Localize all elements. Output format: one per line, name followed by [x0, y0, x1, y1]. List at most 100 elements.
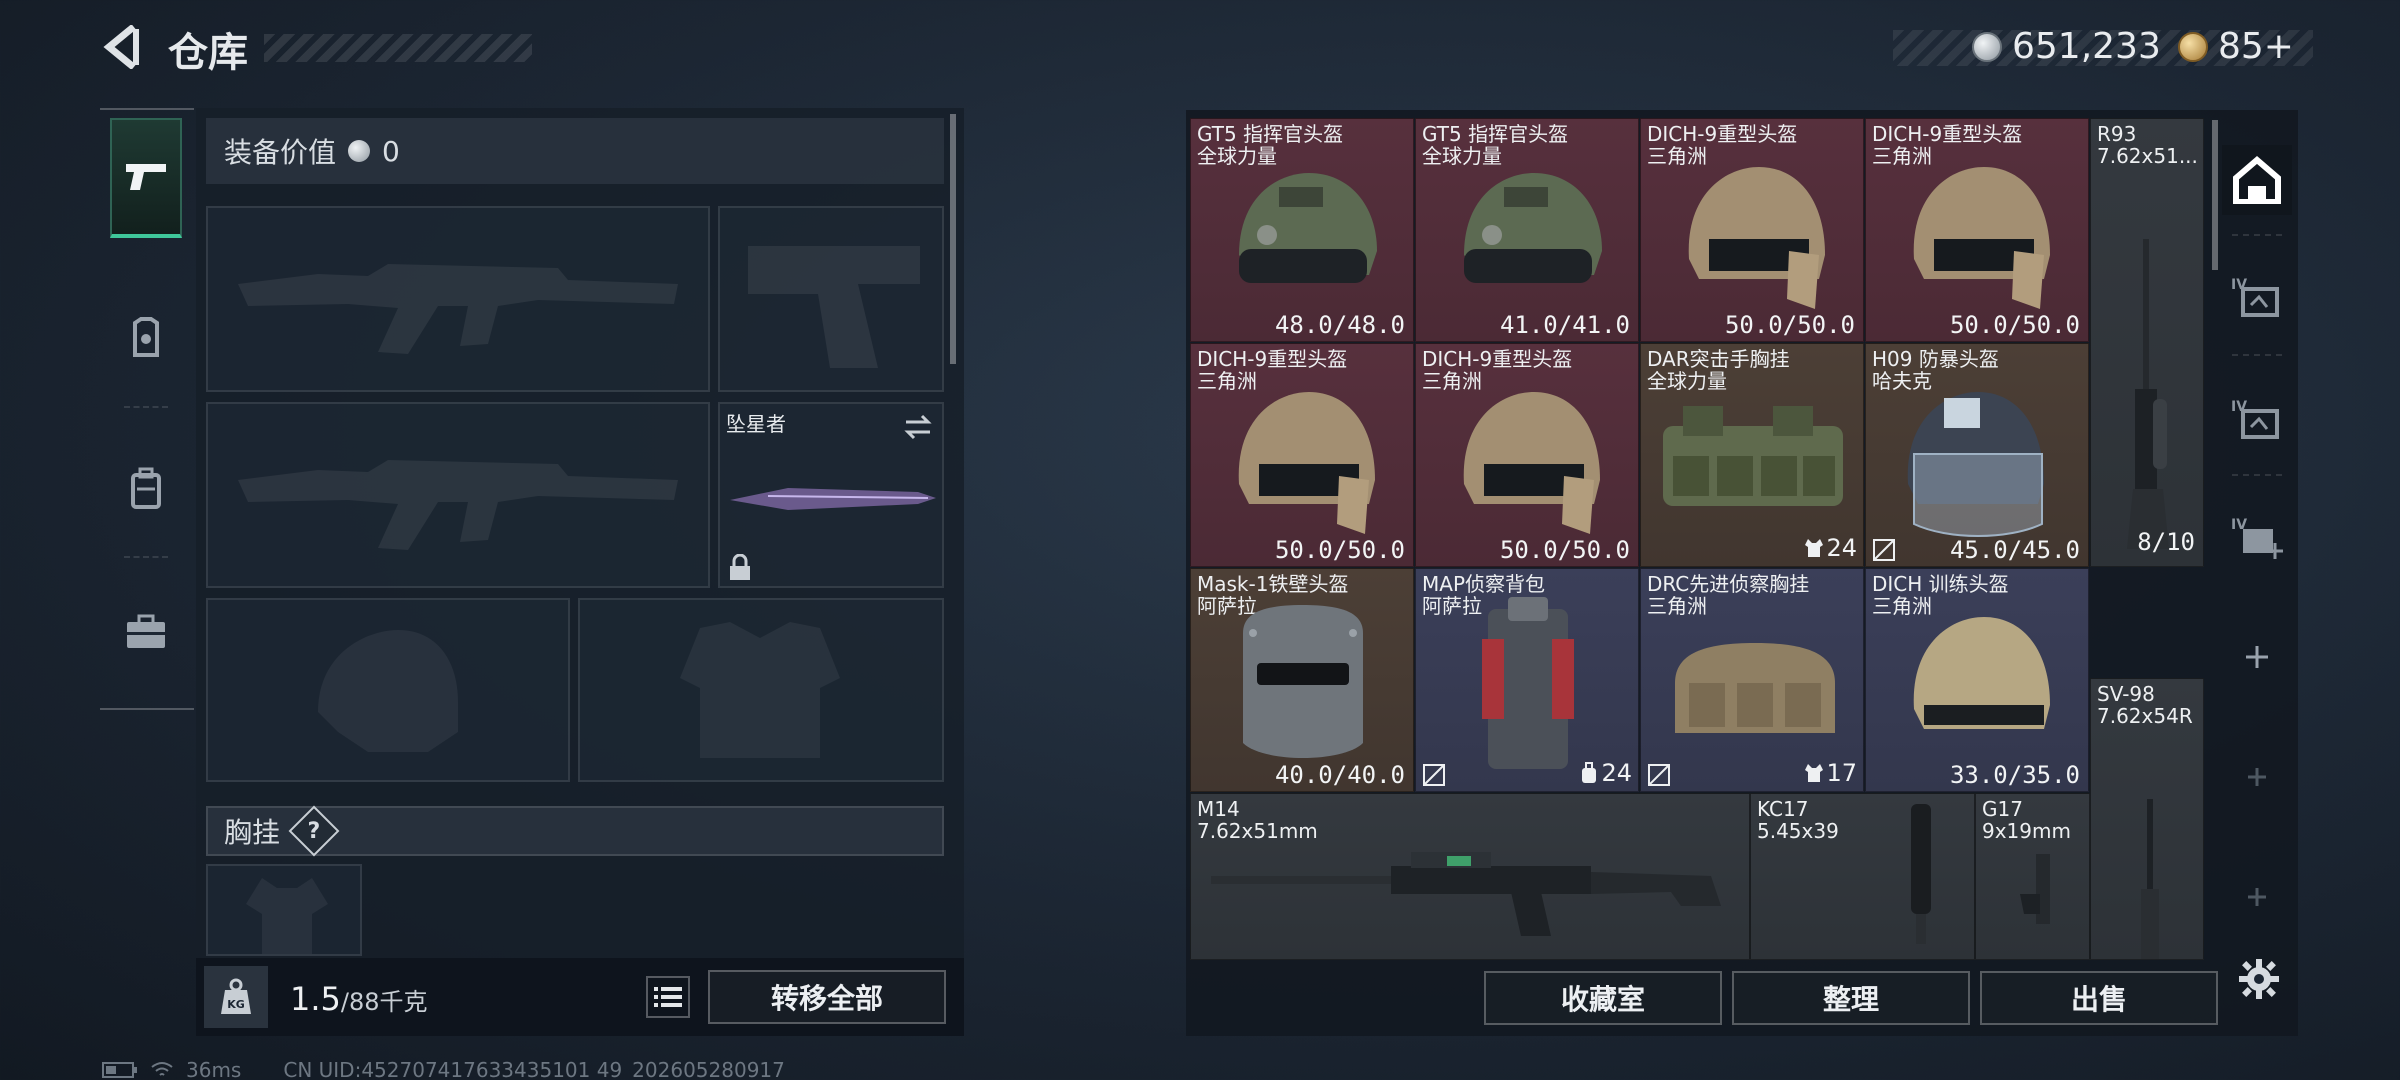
melee-name: 坠星者: [726, 412, 786, 436]
weight-capacity: /88千克: [340, 988, 428, 1016]
chest-rig-slot[interactable]: [206, 864, 362, 956]
primary-weapon-slot[interactable]: [206, 206, 710, 392]
capacity-badge: 24: [1579, 759, 1632, 787]
settings-button[interactable]: [2234, 954, 2284, 1004]
inventory-item[interactable]: DICH-9重型头盔 三角洲 50.0/50.0: [1190, 343, 1414, 567]
durability: 45.0/45.0: [1949, 536, 2080, 564]
armor-silhouette-icon: [680, 622, 840, 758]
inventory-item[interactable]: DICH-9重型头盔 三角洲 50.0/50.0: [1865, 118, 2089, 342]
backpack-tab-icon: [131, 467, 161, 509]
tab-divider: [124, 556, 168, 558]
melee-slot[interactable]: 坠星者: [718, 402, 944, 588]
warehouse-add-icon: IV: [2231, 517, 2283, 559]
inventory-item[interactable]: DRC先进侦察胸挂 三角洲 17: [1640, 568, 1864, 792]
help-symbol: ?: [307, 818, 321, 844]
equipment-scrollbar[interactable]: [950, 114, 956, 364]
inventory-item[interactable]: GT5 指挥官头盔 全球力量 41.0/41.0: [1415, 118, 1639, 342]
coin-icon: [348, 140, 371, 162]
mask-helmet-icon: [1243, 605, 1363, 758]
helmet-slot[interactable]: [206, 598, 570, 782]
tab-backpack[interactable]: [110, 428, 182, 548]
backpack-capacity-icon: [1582, 762, 1597, 783]
tab-weapons[interactable]: [110, 118, 182, 238]
item-name: G17 9x19mm: [1982, 797, 2071, 843]
weight-kg-icon: KG: [221, 978, 251, 1014]
currency-tokens-value: 85+: [2218, 26, 2294, 67]
swap-icon[interactable]: [902, 412, 934, 442]
silver-coin-icon: [1972, 31, 2002, 62]
tab-divider: [2232, 474, 2282, 476]
secondary-weapon-slot[interactable]: [718, 206, 944, 392]
item-name: DAR突击手胸挂 全球力量: [1647, 347, 1790, 393]
tab-case[interactable]: [110, 572, 182, 692]
tab-warehouse-main[interactable]: [2222, 145, 2292, 215]
inventory-scrollbar[interactable]: [2212, 120, 2218, 270]
weight-current: 1.5: [290, 980, 341, 1018]
vest-capacity-icon: [1805, 539, 1824, 557]
inventory-item[interactable]: M14 7.62x51mm: [1190, 793, 1750, 960]
durability: 50.0/50.0: [1724, 311, 1855, 339]
inventory-item[interactable]: GT5 指挥官头盔 全球力量 48.0/48.0: [1190, 118, 1414, 342]
add-tab-slot: [2222, 862, 2292, 932]
title-decoration: [264, 34, 532, 62]
inventory-item[interactable]: DAR突击手胸挂 全球力量 24: [1640, 343, 1864, 567]
inventory-item[interactable]: MAP侦察背包 阿萨拉 24: [1415, 568, 1639, 792]
helmet-tan-icon: [1463, 392, 1600, 534]
pistol-icon: [2020, 854, 2050, 924]
item-name: GT5 指挥官头盔 全球力量: [1197, 122, 1344, 168]
inventory-item[interactable]: DICH 训练头盔 三角洲 33.0/35.0: [1865, 568, 2089, 792]
helmet-green-icon: [1464, 173, 1602, 283]
sniper-rifle-icon: [2141, 799, 2159, 959]
gold-coin-icon: [2178, 31, 2208, 62]
item-name: SV-98 7.62x54R: [2097, 682, 2193, 728]
add-tab-button[interactable]: [2222, 622, 2292, 692]
list-view-button[interactable]: [646, 976, 690, 1018]
inventory-item[interactable]: G17 9x19mm: [1975, 793, 2090, 960]
back-button[interactable]: [98, 24, 144, 70]
help-icon[interactable]: ?: [288, 805, 340, 857]
inventory-item[interactable]: R93 7.62x51... 8/10: [2090, 118, 2204, 567]
tab-warehouse-2[interactable]: IV: [2222, 262, 2292, 332]
helmet-tan-icon: [1688, 167, 1825, 309]
armor-tab-icon: [133, 317, 159, 357]
sell-button[interactable]: 出售: [1980, 971, 2218, 1025]
chest-rig-green-icon: [1663, 406, 1843, 506]
rifle-icon: [1211, 852, 1721, 936]
inventory-item[interactable]: DICH-9重型头盔 三角洲 50.0/50.0: [1640, 118, 1864, 342]
currency-coins[interactable]: 651,233: [1972, 26, 2161, 67]
status-line: 36ms CN UID:452707417633435101 49_202605…: [102, 1058, 785, 1080]
capacity-badge: 17: [1804, 759, 1857, 787]
durability: 40.0/40.0: [1274, 761, 1405, 789]
inventory-item[interactable]: Mask-1铁壁头盔 阿萨拉 40.0/40.0: [1190, 568, 1414, 792]
armor-slot[interactable]: [578, 598, 944, 782]
weight-value: 1.5/88千克: [290, 980, 428, 1018]
vest-capacity-icon: [1805, 764, 1824, 782]
ping-text: 36ms: [186, 1058, 242, 1080]
inventory-item[interactable]: DICH-9重型头盔 三角洲 50.0/50.0: [1415, 343, 1639, 567]
inventory-item[interactable]: SV-98 7.62x54R: [2090, 678, 2204, 960]
warehouse-icon: [2233, 156, 2281, 204]
item-name: GT5 指挥官头盔 全球力量: [1422, 122, 1569, 168]
transfer-all-button[interactable]: 转移全部: [708, 970, 946, 1024]
tab-warehouse-4[interactable]: IV: [2222, 502, 2292, 572]
tabs-bottom-line: [100, 708, 194, 710]
sort-button[interactable]: 整理: [1732, 971, 1970, 1025]
no-insure-icon: [1647, 763, 1671, 787]
tab-warehouse-3[interactable]: IV: [2222, 384, 2292, 454]
tab-gear[interactable]: [110, 278, 182, 398]
item-name: R93 7.62x51...: [2097, 122, 2198, 168]
page-title: 仓库: [168, 30, 248, 76]
no-insure-icon: [1422, 763, 1446, 787]
secondary-rifle-slot[interactable]: [206, 402, 710, 588]
svg-text:KG: KG: [227, 998, 245, 1011]
chest-rig-tan-icon: [1675, 643, 1835, 733]
back-arrow-icon: [103, 25, 139, 69]
collection-room-button[interactable]: 收藏室: [1484, 971, 1722, 1025]
durability: 50.0/50.0: [1949, 311, 2080, 339]
backpack-icon: [1482, 597, 1574, 769]
inventory-item[interactable]: KC17 5.45x39: [1750, 793, 1975, 960]
warehouse-expand-icon: IV: [2231, 399, 2279, 439]
inventory-item[interactable]: H09 防暴头盔 哈夫克 45.0/45.0: [1865, 343, 2089, 567]
riot-helmet-icon: [1907, 392, 2044, 537]
currency-tokens[interactable]: 85+: [2178, 26, 2294, 67]
